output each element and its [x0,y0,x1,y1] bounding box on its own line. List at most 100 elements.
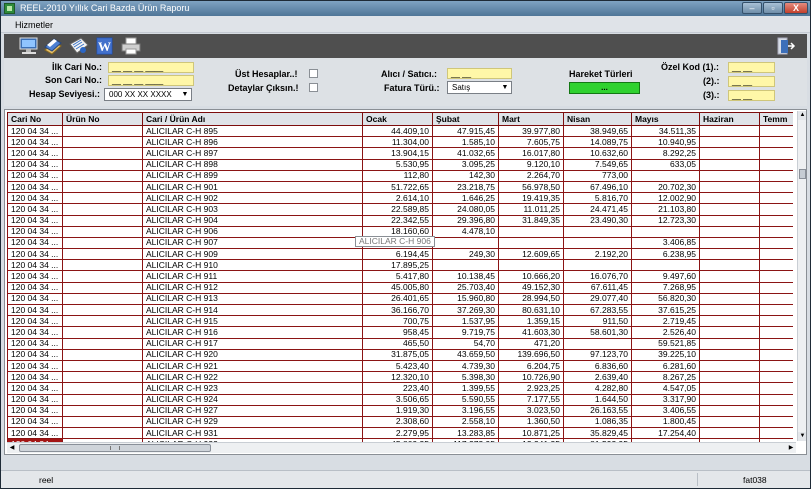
column-header[interactable]: Mayıs [631,112,700,126]
table-cell[interactable]: 7.549,65 [563,158,632,171]
table-cell[interactable] [759,337,793,350]
table-cell[interactable]: 9.120,10 [498,158,564,171]
table-cell[interactable]: 10.871,25 [498,427,564,440]
table-cell[interactable] [759,427,793,440]
table-cell[interactable]: 5.398,30 [432,371,499,384]
table-cell[interactable] [759,203,793,216]
table-cell[interactable]: 12.609,65 [498,248,564,261]
table-cell[interactable]: 120 04 34 ... [7,427,63,440]
table-cell[interactable]: 5.423,40 [362,359,433,373]
table-cell[interactable] [759,281,793,294]
table-cell[interactable]: 29.396,80 [432,214,499,227]
table-cell[interactable] [759,382,793,395]
table-cell[interactable]: 120 04 34 ... [7,248,63,261]
table-cell[interactable]: 59.521,85 [631,337,700,350]
printer-icon[interactable] [120,36,142,56]
table-cell[interactable]: 14.089,75 [563,136,632,149]
table-cell[interactable]: 1.086,35 [563,415,632,429]
table-cell[interactable] [563,259,632,272]
table-cell[interactable] [699,136,760,149]
column-header[interactable]: Cari No [7,112,63,126]
table-cell[interactable]: ALICILAR C-H 904 [142,214,363,227]
table-cell[interactable]: 37.615,25 [631,303,700,317]
table-cell[interactable]: ALICILAR C-H 896 [142,136,363,149]
ozel-kod2-input[interactable]: __ __ [728,76,775,87]
table-cell[interactable]: 8.292,25 [631,147,700,160]
table-cell[interactable] [62,427,143,440]
table-cell[interactable] [563,337,632,350]
table-cell[interactable]: 120 04 34 ... [7,270,63,283]
table-cell[interactable]: 633,05 [631,158,700,171]
alici-satici-input[interactable]: __ __ [447,68,512,79]
table-cell[interactable] [699,169,760,182]
maximize-button[interactable]: ▫ [763,2,783,14]
table-cell[interactable]: ALICILAR C-H 897 [142,147,363,160]
table-row[interactable]: 120 04 34 ... ALICILAR C-H 902 2.614,10 1.6… [7,192,793,205]
table-row[interactable]: 120 04 34 ... ALICILAR C-H 895 44.409,10 47… [7,124,793,138]
table-cell[interactable] [62,281,143,294]
column-header[interactable]: Nisan [563,112,632,126]
table-cell[interactable]: 13.904,15 [362,147,433,160]
table-row[interactable]: 120 04 34 ... ALICILAR C-H 901 51.722,65 23… [7,180,793,194]
table-cell[interactable]: 39.977,80 [498,124,564,138]
report-grid[interactable]: Cari No Ürün No Cari / Ürün Adı Ocak Şubat Ma… [4,109,807,455]
table-cell[interactable]: 24.471,45 [563,203,632,216]
table-cell[interactable] [699,225,760,238]
column-header[interactable]: Mart [498,112,564,126]
table-cell[interactable]: 12.320,10 [362,371,433,384]
table-row[interactable]: 120 04 34 ... ALICILAR C-H 910 17.895,25 [7,259,793,272]
table-cell[interactable]: 23.218,75 [432,180,499,194]
minimize-button[interactable]: – [742,2,762,14]
table-cell[interactable]: 45.005,80 [362,281,433,294]
table-cell[interactable]: 1.359,15 [498,315,564,328]
table-cell[interactable]: 8.267,25 [631,371,700,384]
table-cell[interactable]: ALICILAR C-H 915 [142,315,363,328]
table-cell[interactable] [699,337,760,350]
table-cell[interactable]: 142,30 [432,169,499,182]
table-cell[interactable] [759,158,793,171]
table-cell[interactable]: 39.225,10 [631,348,700,361]
table-cell[interactable]: 120 04 34 ... [7,180,63,194]
table-cell[interactable] [759,359,793,373]
table-cell[interactable] [699,259,760,272]
table-cell[interactable]: 471,20 [498,337,564,350]
table-row[interactable]: 120 04 34 ... ALICILAR C-H 914 36.166,70 37… [7,303,793,317]
table-cell[interactable]: 58.601,30 [563,326,632,339]
table-cell[interactable]: ALICILAR C-H 931 [142,427,363,440]
table-cell[interactable]: 16.017,80 [498,147,564,160]
horizontal-scrollbar[interactable]: ◀ ▶ [7,442,796,453]
table-cell[interactable]: 2.614,10 [362,192,433,205]
table-cell[interactable] [62,348,143,361]
table-cell[interactable] [759,415,793,429]
table-cell[interactable]: ALICILAR C-H 924 [142,393,363,406]
table-cell[interactable]: 17.254,40 [631,427,700,440]
table-cell[interactable]: 700,75 [362,315,433,328]
table-cell[interactable] [432,259,499,272]
table-cell[interactable] [699,158,760,171]
table-cell[interactable] [759,303,793,317]
column-header[interactable]: Ürün No [62,112,143,126]
table-cell[interactable]: 5.417,80 [362,270,433,283]
table-cell[interactable]: 120 04 34 ... [7,147,63,160]
menu-services[interactable]: Hizmetler [15,20,53,30]
table-cell[interactable] [699,415,760,429]
table-cell[interactable]: 19.419,35 [498,192,564,205]
table-cell[interactable]: 773,00 [563,169,632,182]
table-cell[interactable]: 4.478,10 [432,225,499,238]
table-cell[interactable]: 2.308,60 [362,415,433,429]
table-cell[interactable] [62,180,143,194]
table-cell[interactable] [699,292,760,306]
table-cell[interactable]: ALICILAR C-H 901 [142,180,363,194]
table-cell[interactable]: 13.283,85 [432,427,499,440]
table-cell[interactable]: 11.304,00 [362,136,433,149]
table-cell[interactable]: 6.204,75 [498,359,564,373]
close-button[interactable]: X [784,2,808,14]
column-header[interactable]: Cari / Ürün Adı [142,112,363,126]
table-row[interactable]: 120 04 34 ... ALICILAR C-H 897 13.904,15 41… [7,147,793,160]
table-cell[interactable]: ALICILAR C-H 895 [142,124,363,138]
table-cell[interactable] [62,393,143,406]
table-cell[interactable] [62,337,143,350]
table-cell[interactable]: 24.080,05 [432,203,499,216]
table-cell[interactable]: 4.739,30 [432,359,499,373]
table-cell[interactable]: 2.719,45 [631,315,700,328]
